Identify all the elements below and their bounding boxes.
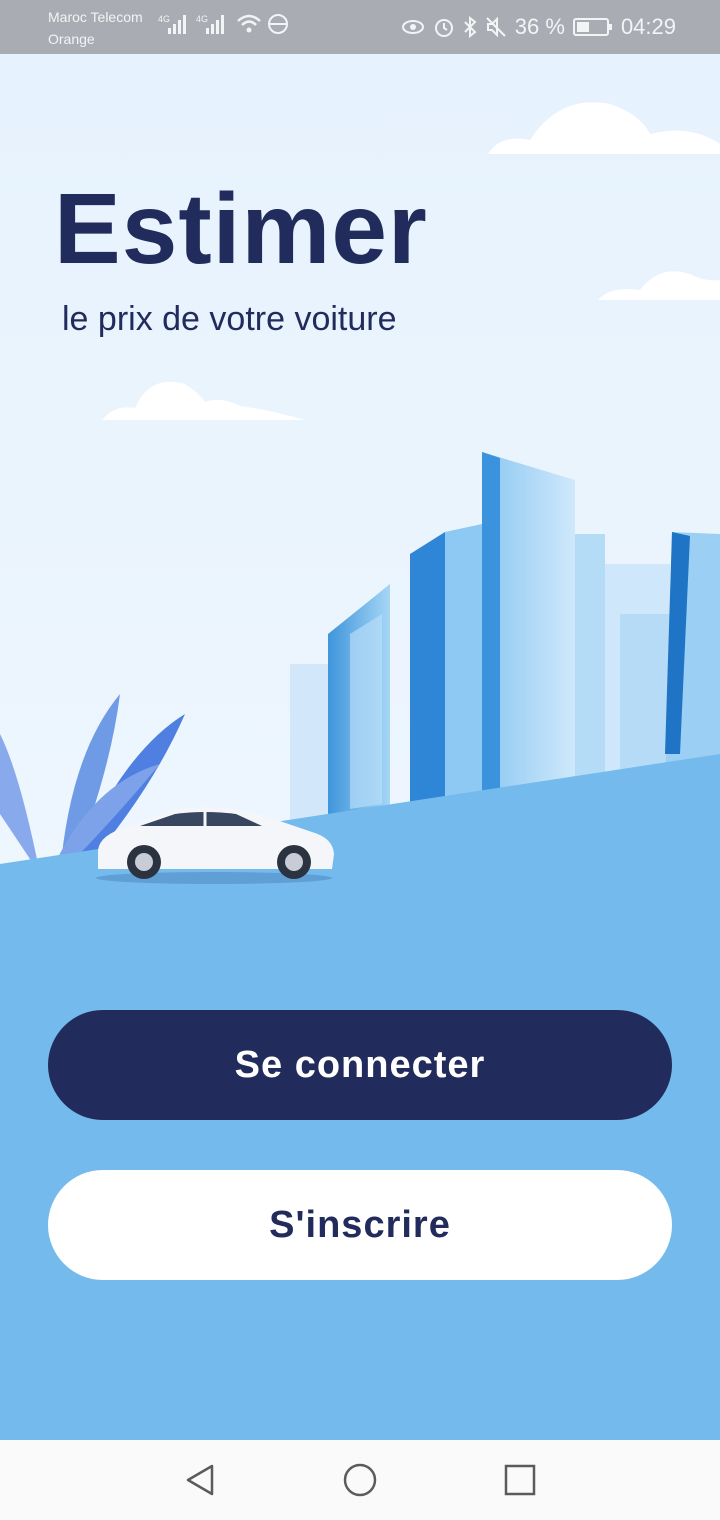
status-icons: 36 % 04:29	[401, 14, 676, 40]
alarm-icon	[434, 19, 453, 37]
battery-percent: 36 %	[514, 14, 565, 39]
clock: 04:29	[620, 14, 676, 39]
bluetooth-icon	[464, 16, 477, 38]
home-icon[interactable]	[340, 1460, 380, 1500]
app-subtitle: le prix de votre voiture	[62, 300, 397, 338]
battery-icon	[572, 18, 612, 36]
recents-icon[interactable]	[500, 1460, 540, 1500]
system-nav-bar	[0, 1440, 720, 1520]
wifi-icon	[237, 14, 261, 33]
hotspot-icon	[268, 14, 288, 34]
eye-comfort-icon	[401, 20, 424, 34]
status-bar: Maroc Telecom Orange 4G 4G 36 % 04:29	[0, 0, 720, 54]
signal-icon	[168, 15, 186, 34]
welcome-screen: Estimer le prix de votre voiture Se conn…	[0, 54, 720, 1440]
carrier-name-primary: Maroc Telecom	[48, 9, 143, 25]
login-button[interactable]: Se connecter	[48, 1010, 672, 1120]
register-button[interactable]: S'inscrire	[48, 1170, 672, 1280]
signal-icon-2	[206, 15, 224, 34]
mute-icon	[486, 16, 506, 38]
back-icon[interactable]	[180, 1460, 220, 1500]
app-title: Estimer	[54, 173, 428, 285]
carrier-name-secondary: Orange	[48, 31, 95, 47]
